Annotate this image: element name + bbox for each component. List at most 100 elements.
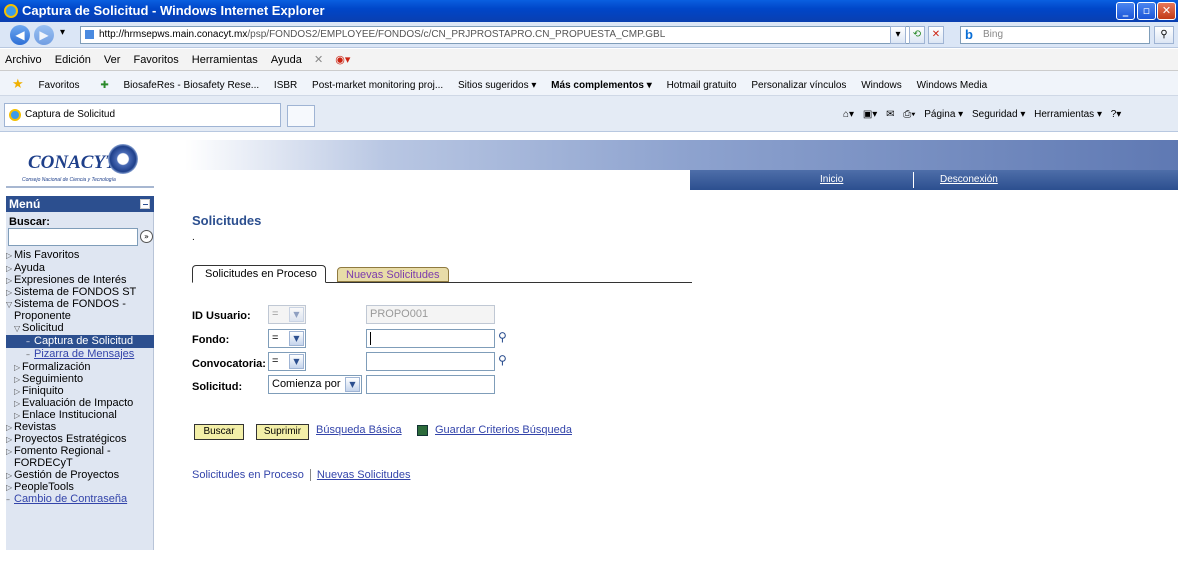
forward-arrow-icon[interactable]: ▶ (34, 25, 54, 45)
chevron-down-icon: ▼ (289, 354, 304, 369)
fav-item-isbr[interactable]: ISBR (268, 73, 303, 95)
sidebar-item-proponente[interactable]: Proponente (6, 311, 154, 322)
fav-item-biosaferes[interactable]: BiosafeRes - Biosafety Rese... (118, 73, 266, 95)
menu-edicion[interactable]: Edición (50, 49, 96, 71)
menu-herramientas[interactable]: Herramientas (187, 49, 263, 71)
guardar-criterios-link[interactable]: Guardar Criterios Búsqueda (435, 424, 572, 436)
sidebar-item-label: FORDECyT (14, 457, 73, 469)
desconexion-link[interactable]: Desconexión (940, 170, 998, 190)
fav-item-windows[interactable]: Windows (855, 73, 908, 95)
sidebar-item-mis-favoritos[interactable]: ▷ Mis Favoritos (6, 250, 154, 261)
fav-item-post-market[interactable]: Post-market monitoring proj... (306, 73, 449, 95)
sidebar-item-proyectos-estrategicos[interactable]: ▷ Proyectos Estratégicos (6, 434, 154, 445)
sidebar-item-formalizacion[interactable]: ▷ Formalización (6, 362, 154, 373)
save-icon[interactable] (417, 425, 428, 436)
search-go-icon[interactable]: » (140, 230, 153, 243)
home-icon[interactable]: ⌂▾ (840, 104, 857, 126)
sidebar-item-fordecyt[interactable]: FORDECyT (6, 458, 154, 469)
menu-herramientas-cmd[interactable]: Herramientas ▾ (1031, 104, 1105, 126)
feeds-icon[interactable]: ▣▾ (860, 104, 880, 126)
close-button[interactable]: ✕ (1157, 2, 1176, 20)
operator-value: = (272, 332, 279, 344)
favorites-button[interactable]: ★ Favoritos (0, 71, 92, 95)
sidebar-item-fondos-proponente[interactable]: ▽ Sistema de FONDOS - (6, 299, 154, 310)
sidebar-item-label: Revistas (14, 421, 57, 433)
busqueda-basica-link[interactable]: Búsqueda Básica (316, 424, 402, 436)
refresh-icon[interactable]: ⟲ (909, 26, 925, 44)
chevron-down-icon: ▼ (289, 331, 304, 346)
fondo-input[interactable] (366, 329, 495, 348)
search-label: Buscar: (9, 216, 50, 228)
sidebar-item-ayuda[interactable]: ▷ Ayuda (6, 263, 154, 274)
search-tabs: Solicitudes en Proceso Nuevas Solicitude… (192, 265, 692, 283)
menu-seguridad[interactable]: Seguridad ▾ (969, 104, 1028, 126)
nuevas-solicitudes-link[interactable]: Nuevas Solicitudes (317, 469, 411, 481)
fav-item-windows-media[interactable]: Windows Media (911, 73, 994, 95)
fondo-lookup-icon[interactable]: ⚲ (498, 331, 510, 343)
fav-item-hotmail[interactable]: Hotmail gratuito (661, 73, 743, 95)
sidebar-item-label: Expresiones de Interés (14, 274, 127, 286)
suprimir-button[interactable]: Suprimir (256, 424, 309, 440)
menu-ver[interactable]: Ver (99, 49, 126, 71)
sidebar-item-captura-de-solicitud[interactable]: – Captura de Solicitud (6, 335, 154, 348)
solicitudes-en-proceso-link[interactable]: Solicitudes en Proceso (192, 469, 304, 481)
add-favorite-icon[interactable]: ✚ (94, 73, 114, 95)
fondo-operator-select[interactable]: = ▼ (268, 329, 306, 348)
star-icon: ★ (12, 76, 24, 91)
sidebar-item-evaluacion-de-impacto[interactable]: ▷ Evaluación de Impacto (6, 398, 154, 409)
menu-pagina[interactable]: Página ▾ (921, 104, 966, 126)
sidebar-item-fomento-regional[interactable]: ▷ Fomento Regional - (6, 446, 154, 457)
convocatoria-lookup-icon[interactable]: ⚲ (498, 354, 510, 366)
new-tab-button[interactable] (287, 105, 315, 127)
sidebar-item-enlace-institucional[interactable]: ▷ Enlace Institucional (6, 410, 154, 421)
collapse-menu-icon[interactable] (140, 199, 150, 209)
inicio-link[interactable]: Inicio (820, 170, 843, 190)
expand-icon: ▷ (14, 363, 21, 372)
mail-icon[interactable]: ✉ (883, 104, 897, 126)
sidebar-item-pizarra-de-mensajes[interactable]: – Pizarra de Mensajes (6, 349, 154, 360)
sidebar-item-label: Sistema de FONDOS - (14, 298, 126, 310)
maximize-button[interactable]: ▫ (1137, 2, 1156, 20)
sidebar-item-cambio-de-contrasena[interactable]: – Cambio de Contraseña (6, 494, 154, 505)
solicitud-input[interactable] (366, 375, 495, 394)
solicitud-operator-select[interactable]: Comienza por ▼ (268, 375, 362, 394)
tab-solicitudes-en-proceso[interactable]: Solicitudes en Proceso (192, 265, 326, 283)
back-arrow-icon[interactable]: ◀ (10, 25, 30, 45)
sidebar-item-gestion-de-proyectos[interactable]: ▷ Gestión de Proyectos (6, 470, 154, 481)
address-dropdown-icon[interactable]: ▾ (890, 26, 906, 44)
search-icon[interactable]: ⚲ (1154, 26, 1174, 44)
menu-search-input[interactable] (8, 228, 138, 246)
sidebar-item-peopletools[interactable]: ▷ PeopleTools (6, 482, 154, 493)
addon-icon[interactable]: ◉▾ (330, 49, 355, 71)
expand-icon: ▷ (6, 435, 13, 444)
menu-ayuda[interactable]: Ayuda (266, 49, 307, 71)
address-field[interactable]: http://hrmsepws.main.conacyt.mx/psp/FOND… (80, 26, 910, 44)
search-input[interactable]: b Bing (960, 26, 1150, 44)
sidebar-item-finiquito[interactable]: ▷ Finiquito (6, 386, 154, 397)
sidebar-item-solicitud[interactable]: ▽ Solicitud (6, 323, 154, 334)
buscar-button[interactable]: Buscar (194, 424, 244, 440)
header-nav: Inicio Desconexión (690, 170, 1178, 190)
convocatoria-input[interactable] (366, 352, 495, 371)
tab-nuevas-solicitudes[interactable]: Nuevas Solicitudes (337, 267, 449, 282)
sidebar-item-seguimiento[interactable]: ▷ Seguimiento (6, 374, 154, 385)
tab-captura-de-solicitud[interactable]: Captura de Solicitud (4, 103, 281, 127)
history-dropdown-icon[interactable]: ▾ (60, 27, 65, 38)
fav-item-personalizar[interactable]: Personalizar vínculos (745, 73, 852, 95)
close-search-icon[interactable]: ✕ (310, 49, 327, 71)
header-banner (185, 140, 1178, 170)
print-icon[interactable]: ⎙▾ (900, 104, 918, 126)
tab-bar: Captura de Solicitud ⌂▾ ▣▾ ✉ ⎙▾ Página ▾… (0, 96, 1178, 132)
minimize-button[interactable]: _ (1116, 2, 1135, 20)
sidebar-item-fondos-st[interactable]: ▷ Sistema de FONDOS ST (6, 287, 154, 298)
fav-item-sitios-sugeridos[interactable]: Sitios sugeridos ▾ (452, 73, 542, 95)
menu-archivo[interactable]: Archivo (0, 49, 47, 71)
convocatoria-operator-select[interactable]: = ▼ (268, 352, 306, 371)
sidebar-item-expresiones[interactable]: ▷ Expresiones de Interés (6, 275, 154, 286)
stop-icon[interactable]: ✕ (928, 26, 944, 44)
page-icon (84, 29, 95, 40)
menu-favoritos[interactable]: Favoritos (128, 49, 183, 71)
fav-item-mas-complementos[interactable]: Más complementos ▾ (545, 73, 658, 95)
sidebar-item-revistas[interactable]: ▷ Revistas (6, 422, 154, 433)
help-icon[interactable]: ?▾ (1108, 104, 1125, 126)
